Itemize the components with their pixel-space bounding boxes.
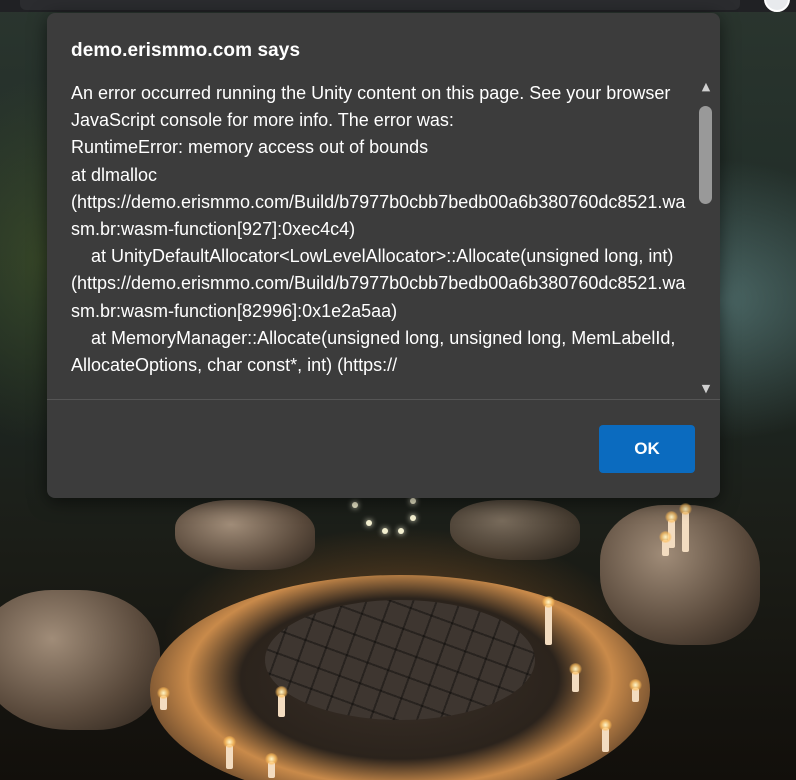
alert-dialog: demo.erismmo.com says An error occurred … <box>47 13 720 498</box>
rock-mid <box>450 500 580 560</box>
candle <box>569 663 582 692</box>
sparkle <box>410 515 416 521</box>
error-message: An error occurred running the Unity cont… <box>71 83 686 376</box>
candle <box>629 679 642 702</box>
stone-floor <box>265 600 535 720</box>
message-scroll-area[interactable]: An error occurred running the Unity cont… <box>71 79 693 399</box>
candle <box>265 753 278 778</box>
chevron-down-icon[interactable]: ▼ <box>697 381 715 397</box>
sparkle <box>366 520 372 526</box>
sparkle <box>398 528 404 534</box>
rock-left <box>0 590 160 730</box>
candle <box>157 687 170 710</box>
candle <box>223 736 236 769</box>
candle <box>679 503 692 552</box>
candle <box>275 686 288 717</box>
ok-button[interactable]: OK <box>599 425 695 473</box>
rock-right <box>600 505 760 645</box>
candle <box>659 531 672 556</box>
dialog-title: demo.erismmo.com says <box>71 40 301 61</box>
address-bar[interactable] <box>20 0 740 10</box>
scroll-thumb[interactable] <box>699 106 712 204</box>
message-scrollbar[interactable]: ▲ ▼ <box>695 79 717 397</box>
browser-toolbar <box>0 0 796 12</box>
profile-avatar[interactable] <box>764 0 790 12</box>
candle <box>542 596 555 645</box>
candle <box>599 719 612 752</box>
sparkle <box>352 502 358 508</box>
dialog-divider <box>47 399 720 400</box>
rock-mid-left <box>175 500 315 570</box>
sparkle <box>382 528 388 534</box>
chevron-up-icon[interactable]: ▲ <box>697 79 715 95</box>
sparkle <box>410 498 416 504</box>
